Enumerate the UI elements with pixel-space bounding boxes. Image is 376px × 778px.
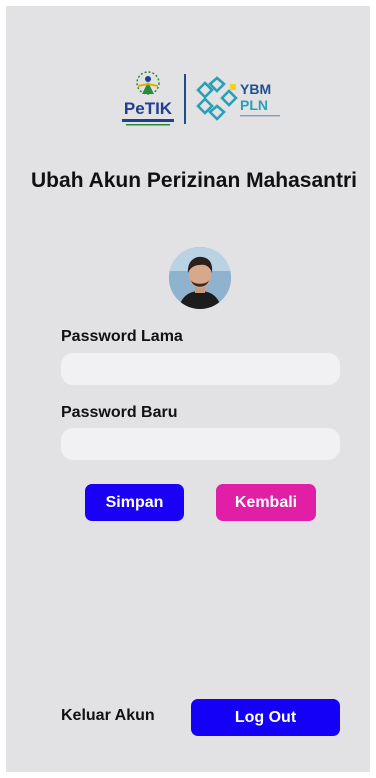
- page-title: Ubah Akun Perizinan Mahasantri: [31, 169, 357, 192]
- new-password-label: Password Baru: [61, 404, 178, 421]
- old-password-input[interactable]: [61, 353, 340, 385]
- svg-text:PLN: PLN: [240, 97, 268, 113]
- new-password-input[interactable]: [61, 428, 340, 460]
- svg-text:YBM: YBM: [240, 81, 271, 97]
- app-screen: PeTIK YBM PLN Ubah Akun Perizinan Mahasa…: [6, 6, 370, 772]
- logout-button[interactable]: Log Out: [191, 699, 340, 736]
- back-button[interactable]: Kembali: [216, 484, 316, 521]
- logo-divider: [184, 74, 186, 124]
- logo-row: PeTIK YBM PLN: [116, 70, 288, 128]
- avatar[interactable]: [169, 247, 231, 309]
- svg-text:PeTIK: PeTIK: [124, 99, 173, 118]
- user-avatar-icon: [169, 247, 231, 309]
- old-password-label: Password Lama: [61, 328, 183, 345]
- ybm-pln-logo: YBM PLN: [196, 76, 280, 121]
- save-button[interactable]: Simpan: [85, 484, 184, 521]
- logout-prompt: Keluar Akun: [61, 707, 155, 724]
- petik-logo: PeTIK: [122, 71, 174, 126]
